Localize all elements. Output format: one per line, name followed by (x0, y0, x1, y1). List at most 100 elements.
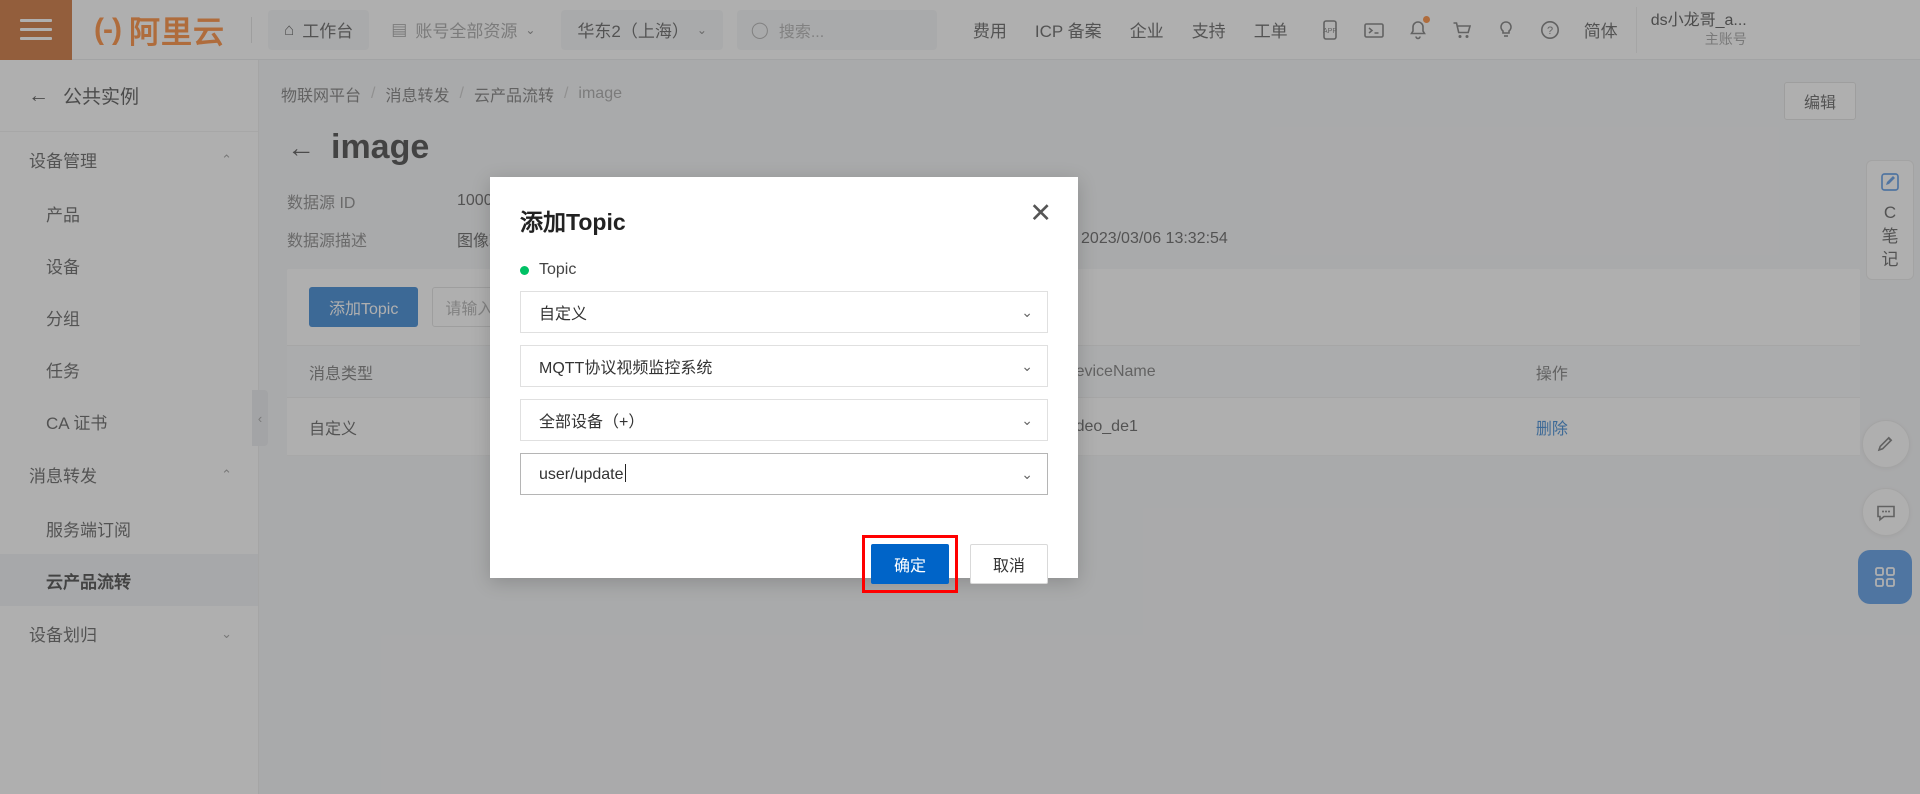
dialog-body: Topic 自定义 ⌄ MQTT协议视频监控系统 ⌄ 全部设备（+） ⌄ use… (490, 237, 1078, 495)
delete-link[interactable]: 删除 (1536, 421, 1568, 438)
app-icon[interactable]: APP (1308, 8, 1352, 52)
chevron-down-icon: ⌄ (696, 22, 707, 37)
notes-label-c: C (1883, 203, 1897, 222)
breadcrumb-separator: / (563, 85, 569, 102)
cancel-button[interactable]: 取消 (970, 544, 1048, 584)
aliyun-mark-icon: (-) (94, 12, 122, 46)
topic-path-input[interactable]: user/update ⌄ (520, 453, 1048, 495)
dialog-footer: 确定 取消 (490, 507, 1078, 593)
topic-type-select[interactable]: 自定义 ⌄ (520, 291, 1048, 333)
topic-path-value: user/update (539, 466, 624, 483)
brand-logo[interactable]: (-) 阿里云 (72, 7, 245, 52)
breadcrumb-item-iot-platform[interactable]: 物联网平台 (281, 82, 361, 106)
meta-value: 1000 (457, 192, 493, 209)
notes-label-bi: 笔 (1881, 226, 1899, 246)
add-topic-button[interactable]: 添加Topic (309, 287, 419, 327)
sidebar-item-label: 设备 (46, 257, 80, 277)
sidebar-item-label: 任务 (46, 361, 80, 381)
sidebar-item-label: CA 证书 (46, 413, 108, 433)
sidebar-item-label: 服务端订阅 (46, 520, 131, 540)
divider (250, 16, 252, 43)
dialog-header: 添加Topic ✕ (490, 177, 1078, 237)
page-back-arrow-icon[interactable]: ← (287, 132, 315, 164)
notes-label-ji: 记 (1881, 250, 1899, 270)
bell-icon[interactable] (1396, 8, 1440, 52)
text-cursor (624, 464, 626, 482)
sidebar-item-cloud-product-flow[interactable]: 云产品流转 (0, 554, 258, 606)
top-link-billing[interactable]: 费用 (959, 17, 1021, 42)
chevron-up-icon: ⌃ (221, 151, 232, 167)
global-search-input[interactable]: ◯ 搜索... (736, 9, 937, 50)
instance-name: 公共实例 (63, 87, 140, 108)
sidebar-group-device-management[interactable]: 设备管理 ⌃ (0, 132, 258, 187)
search-icon: ◯ (750, 21, 769, 39)
top-link-icp[interactable]: ICP 备案 (1021, 17, 1116, 42)
lightbulb-icon[interactable] (1484, 8, 1528, 52)
chevron-down-icon: ⌄ (1021, 357, 1033, 374)
sidebar-item-label: 分组 (46, 309, 80, 329)
cart-icon[interactable] (1440, 8, 1484, 52)
meta-label: 数据源 ID (287, 195, 356, 212)
topic-field-label: Topic (539, 261, 577, 278)
sidebar-item-label: 云产品流转 (46, 572, 131, 592)
page-header: ← image (259, 106, 1920, 167)
column-header-action: 操作 (1513, 345, 1860, 398)
all-resources-dropdown[interactable]: ▤ 账号全部资源 ⌄ (375, 10, 551, 50)
top-link-tickets[interactable]: 工单 (1240, 17, 1302, 42)
device-value: 全部设备（+） (539, 414, 645, 431)
breadcrumb-item-message-forwarding[interactable]: 消息转发 (385, 82, 449, 106)
apps-grid-icon[interactable] (1858, 550, 1912, 604)
sidebar-item-server-subscription[interactable]: 服务端订阅 (0, 502, 258, 554)
chevron-down-icon: ⌄ (1021, 465, 1033, 482)
user-account-menu[interactable]: ds小龙哥_a... 主账号 (1635, 6, 1747, 53)
edit-button[interactable]: 编辑 (1784, 82, 1856, 120)
sidebar-group-device-assignment[interactable]: 设备划归 ⌄ (0, 606, 258, 661)
pen-square-icon (1879, 171, 1901, 199)
help-circle-icon[interactable]: ? (1528, 8, 1572, 52)
breadcrumb: 物联网平台 / 消息转发 / 云产品流转 / image (259, 60, 1920, 106)
sidebar-item-devices[interactable]: 设备 (0, 239, 258, 291)
top-link-support[interactable]: 支持 (1178, 17, 1240, 42)
all-resources-label: 账号全部资源 (415, 22, 518, 41)
language-switch[interactable]: 简体 (1572, 17, 1630, 42)
left-sidebar: ← 公共实例 设备管理 ⌃ 产品 设备 分组 任务 CA 证书 消息转发 ⌃ 服… (0, 60, 259, 794)
workbench-label: 工作台 (302, 22, 354, 41)
add-topic-dialog: 添加Topic ✕ Topic 自定义 ⌄ MQTT协议视频监控系统 ⌄ 全部设… (490, 177, 1078, 593)
edit-pencil-icon[interactable] (1862, 420, 1910, 468)
dialog-title: 添加Topic (520, 209, 626, 235)
chevron-down-icon: ⌄ (1021, 411, 1033, 428)
close-icon[interactable]: ✕ (1029, 200, 1052, 227)
notes-widget[interactable]: C 笔 记 (1866, 160, 1914, 280)
svg-text:?: ? (1547, 25, 1553, 37)
hamburger-icon[interactable] (0, 0, 72, 60)
top-navigation-bar: (-) 阿里云 ⌂ 工作台 ▤ 账号全部资源 ⌄ 华东2（上海） ⌄ ◯ 搜索.… (0, 0, 1920, 60)
console-terminal-icon[interactable] (1352, 8, 1396, 52)
chevron-up-icon: ⌃ (221, 466, 232, 482)
sidebar-item-ca-certificates[interactable]: CA 证书 (0, 395, 258, 447)
sidebar-item-products[interactable]: 产品 (0, 187, 258, 239)
chat-bubble-icon[interactable] (1862, 488, 1910, 536)
search-placeholder: 搜索... (778, 23, 825, 41)
top-icon-group: APP ? (1308, 8, 1572, 52)
sidebar-item-tasks[interactable]: 任务 (0, 343, 258, 395)
device-select[interactable]: 全部设备（+） ⌄ (520, 399, 1048, 441)
workbench-button[interactable]: ⌂ 工作台 (267, 9, 370, 50)
product-value: MQTT协议视频监控系统 (539, 360, 713, 377)
sidebar-collapse-handle[interactable]: ‹ (252, 390, 268, 446)
product-select[interactable]: MQTT协议视频监控系统 ⌄ (520, 345, 1048, 387)
page-root: (-) 阿里云 ⌂ 工作台 ▤ 账号全部资源 ⌄ 华东2（上海） ⌄ ◯ 搜索.… (0, 0, 1920, 794)
sidebar-group-label: 设备管理 (29, 152, 97, 171)
region-label: 华东2（上海） (577, 22, 689, 41)
chevron-down-icon: ⌄ (1021, 303, 1033, 320)
region-selector[interactable]: 华东2（上海） ⌄ (561, 9, 723, 50)
instance-back-header[interactable]: ← 公共实例 (0, 60, 258, 132)
confirm-button[interactable]: 确定 (871, 544, 949, 584)
breadcrumb-item-cloud-product-flow[interactable]: 云产品流转 (474, 82, 554, 106)
status-dot-icon (520, 265, 529, 275)
top-links: 费用 ICP 备案 企业 支持 工单 (959, 17, 1302, 42)
right-rail: C 笔 记 (1858, 60, 1920, 794)
notification-badge (1422, 15, 1430, 23)
sidebar-group-message-forwarding[interactable]: 消息转发 ⌃ (0, 447, 258, 502)
sidebar-item-groups[interactable]: 分组 (0, 291, 258, 343)
top-link-enterprise[interactable]: 企业 (1116, 17, 1178, 42)
